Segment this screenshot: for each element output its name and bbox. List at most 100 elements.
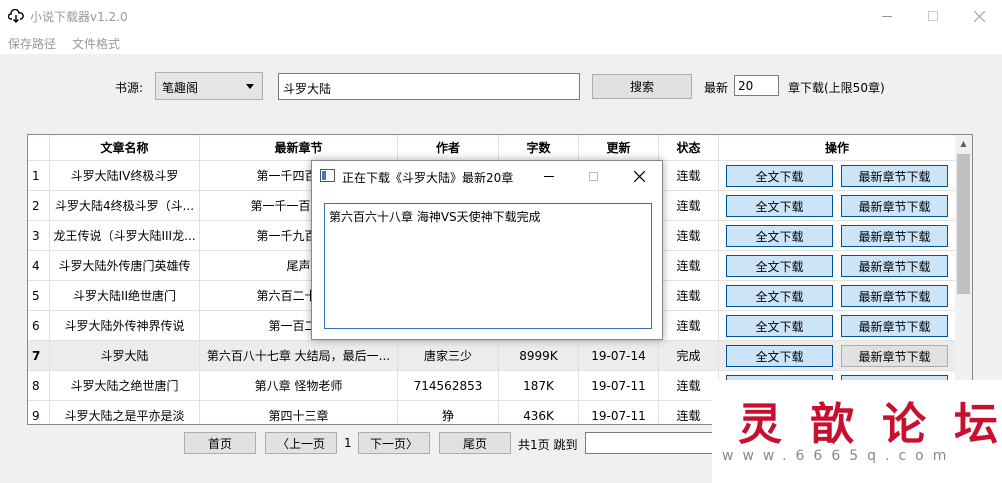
current-page: 1	[344, 436, 352, 450]
full-download-button[interactable]: 全文下载	[726, 165, 833, 187]
table-cell-status: 完成	[659, 341, 719, 371]
watermark-url: www.6665q.com	[722, 448, 956, 464]
maximize-button[interactable]	[910, 0, 956, 32]
menu-file-format[interactable]: 文件格式	[72, 35, 120, 52]
table-cell-name: 斗罗大陆IV终极斗罗	[50, 161, 200, 191]
table-cell-status: 连载	[659, 281, 719, 311]
table-cell-status: 连载	[659, 221, 719, 251]
full-download-button[interactable]: 全文下载	[726, 195, 833, 217]
table-cell-status: 连载	[659, 401, 719, 424]
minimize-icon	[544, 175, 554, 177]
table-cell-name: 斗罗大陆外传神界传说	[50, 311, 200, 341]
table-cell-name: 斗罗大陆4终极斗罗（斗...	[50, 191, 200, 221]
table-cell-chapter: 第六百八十七章 大结局，最后一...	[200, 341, 398, 371]
download-dialog: 正在下载《斗罗大陆》最新20章 第六百六十八章 海神VS天使神下载完成	[311, 160, 663, 340]
maximize-icon	[588, 171, 598, 181]
full-download-button[interactable]: 全文下载	[726, 285, 833, 307]
table-cell-author: 狰	[398, 401, 499, 424]
page-total-label: 共1页 跳到	[518, 438, 578, 452]
row-number: 4	[28, 251, 50, 281]
table-cell-name: 斗罗大陆之绝世唐门	[50, 371, 200, 401]
table-cell-name: 斗罗大陆II绝世唐门	[50, 281, 200, 311]
watermark-title: 灵歆论坛	[738, 399, 1002, 450]
jump-page-input[interactable]	[585, 432, 715, 454]
dialog-title: 正在下载《斗罗大陆》最新20章	[342, 171, 514, 185]
table-cell-status: 连载	[659, 371, 719, 401]
latest-chapters-download-button[interactable]: 最新章节下载	[841, 285, 948, 307]
row-number: 3	[28, 221, 50, 251]
minimize-button[interactable]	[864, 0, 910, 32]
dialog-close-button[interactable]	[616, 161, 662, 191]
row-number: 2	[28, 191, 50, 221]
menu-save-path[interactable]: 保存路径	[8, 35, 56, 52]
search-input-value: 斗罗大陆	[283, 82, 332, 96]
minimize-icon	[882, 15, 892, 17]
next-page-button[interactable]: 下一页〉	[358, 432, 430, 454]
column-header[interactable]: 文章名称	[50, 135, 200, 161]
dialog-title-bar: 正在下载《斗罗大陆》最新20章	[312, 161, 662, 191]
table-cell-updated: 19-07-14	[579, 341, 659, 371]
column-header[interactable]: 状态	[659, 135, 719, 161]
dialog-minimize-button[interactable]	[526, 161, 572, 191]
full-download-button[interactable]: 全文下载	[726, 315, 833, 337]
table-cell-name: 斗罗大陆外传唐门英雄传	[50, 251, 200, 281]
column-header[interactable]: 字数	[499, 135, 579, 161]
full-download-button[interactable]: 全文下载	[726, 345, 833, 367]
close-button[interactable]	[956, 0, 1002, 32]
header-corner[interactable]	[28, 135, 50, 161]
chapters-label: 章下载(上限50章)	[788, 81, 885, 95]
latest-count-input[interactable]: 20	[734, 75, 779, 96]
source-select[interactable]: 笔趣阁	[155, 72, 263, 100]
watermark: 灵歆论坛 www.6665q.com	[712, 380, 1002, 483]
column-header[interactable]: 最新章节	[200, 135, 398, 161]
table-cell-status: 连载	[659, 311, 719, 341]
column-header[interactable]: 更新	[579, 135, 659, 161]
source-label: 书源:	[115, 81, 144, 95]
app-title: 小说下载器v1.2.0	[30, 10, 128, 24]
table-cell-updated: 19-07-11	[579, 401, 659, 424]
latest-chapters-download-button[interactable]: 最新章节下载	[841, 315, 948, 337]
close-icon	[633, 170, 645, 182]
first-page-button[interactable]: 首页	[184, 432, 256, 454]
table-cell-name: 斗罗大陆之是平亦是淡	[50, 401, 200, 424]
search-input[interactable]: 斗罗大陆	[278, 73, 580, 100]
menu-bar: 保存路径 文件格式	[0, 32, 1002, 54]
table-cell-chapter: 第四十三章	[200, 401, 398, 424]
source-select-value: 笔趣阁	[162, 81, 199, 95]
latest-chapters-download-button[interactable]: 最新章节下载	[841, 255, 948, 277]
dialog-log-text[interactable]: 第六百六十八章 海神VS天使神下载完成	[324, 203, 652, 329]
download-cloud-icon	[8, 9, 24, 23]
latest-chapters-download-button[interactable]: 最新章节下载	[841, 345, 948, 367]
latest-chapters-download-button[interactable]: 最新章节下载	[841, 225, 948, 247]
scroll-thumb[interactable]	[957, 154, 970, 294]
table-cell-words: 8999K	[499, 341, 579, 371]
table-cell-status: 连载	[659, 161, 719, 191]
column-header[interactable]: 作者	[398, 135, 499, 161]
search-button[interactable]: 搜索	[592, 74, 692, 99]
table-cell-status: 连载	[659, 251, 719, 281]
table-cell-status: 连载	[659, 191, 719, 221]
row-number: 1	[28, 161, 50, 191]
full-download-button[interactable]: 全文下载	[726, 225, 833, 247]
table-cell-updated: 19-07-11	[579, 371, 659, 401]
latest-count-value: 20	[738, 79, 754, 93]
prev-page-button[interactable]: 〈上一页	[265, 432, 337, 454]
dialog-maximize-button[interactable]	[570, 161, 616, 191]
row-number: 8	[28, 371, 50, 401]
row-number: 9	[28, 401, 50, 424]
row-number: 7	[28, 341, 50, 371]
title-bar: 小说下载器v1.2.0	[0, 0, 1002, 32]
last-page-button[interactable]: 尾页	[439, 432, 511, 454]
table-cell-chapter: 第八章 怪物老师	[200, 371, 398, 401]
maximize-icon	[928, 11, 938, 21]
latest-chapters-download-button[interactable]: 最新章节下载	[841, 195, 948, 217]
window-icon	[320, 169, 335, 182]
table-cell-author: 唐家三少	[398, 341, 499, 371]
table-cell-words: 436K	[499, 401, 579, 424]
scroll-up-icon[interactable]: ▲	[955, 135, 972, 152]
table-cell-name: 龙王传说（斗罗大陆III龙...	[50, 221, 200, 251]
column-header[interactable]: 操作	[719, 135, 956, 161]
full-download-button[interactable]: 全文下载	[726, 255, 833, 277]
table-cell-name: 斗罗大陆	[50, 341, 200, 371]
latest-chapters-download-button[interactable]: 最新章节下载	[841, 165, 948, 187]
